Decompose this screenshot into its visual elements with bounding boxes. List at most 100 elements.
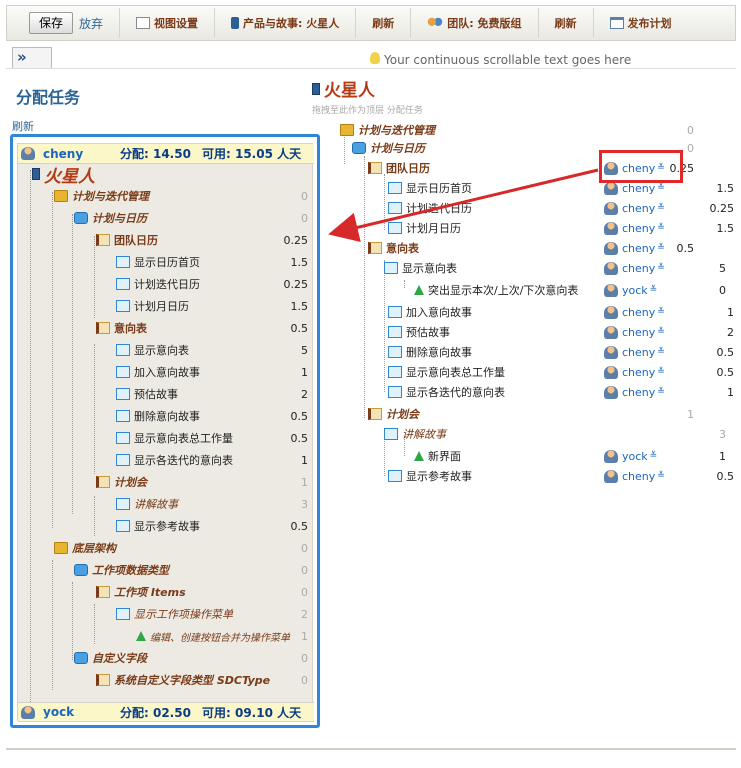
node-label: 加入意向故事 bbox=[134, 366, 200, 379]
tree-node[interactable]: 底层架构 0 bbox=[54, 538, 314, 558]
assignee[interactable]: cheny ≚ bbox=[604, 385, 665, 399]
story-title: 火星人 bbox=[324, 81, 375, 101]
tree-node[interactable]: 计划月日历 1.5 bbox=[116, 296, 314, 316]
node-label: 预估故事 bbox=[134, 388, 178, 401]
node-label: 显示日历首页 bbox=[406, 182, 472, 195]
tree-node[interactable]: 团队日历 cheny ≚ 0.25 bbox=[368, 158, 741, 178]
tree-node[interactable]: 系统自定义字段类型 SDCType 0 bbox=[96, 670, 314, 690]
task-icon bbox=[116, 278, 130, 290]
assignment-tree: cheny 分配: 14.50 可用: 15.05 人天 火星人 计划与迭代管理… bbox=[17, 143, 314, 722]
assignee-name: yock bbox=[622, 283, 648, 297]
refresh-team-button[interactable]: 刷新 bbox=[555, 15, 577, 31]
discard-link[interactable]: 放弃 bbox=[79, 15, 103, 32]
tree-node[interactable]: 计划月日历 cheny ≚ 1.5 bbox=[388, 218, 741, 238]
node-value: 2 bbox=[727, 325, 734, 339]
tree-node[interactable]: 讲解故事 3 bbox=[384, 424, 741, 444]
tree-node[interactable]: 删除意向故事 cheny ≚ 0.5 bbox=[388, 342, 741, 362]
refresh-story-label: 刷新 bbox=[372, 17, 395, 30]
assignee[interactable]: cheny ≚ bbox=[604, 469, 665, 483]
tree-node[interactable]: 显示意向表 5 bbox=[116, 340, 314, 360]
assignee-name: cheny bbox=[622, 365, 656, 379]
tree-node[interactable]: 显示日历首页 1.5 bbox=[116, 252, 314, 272]
tree-node[interactable]: 显示各迭代的意向表 1 bbox=[116, 450, 314, 470]
assignee-name: cheny bbox=[622, 261, 656, 275]
node-value: 0 bbox=[301, 189, 308, 203]
node-value: 0 bbox=[301, 563, 308, 577]
tree-node[interactable]: 显示意向表总工作量 cheny ≚ 0.5 bbox=[388, 362, 741, 382]
release-plan-label: 发布计划 bbox=[627, 17, 672, 30]
tree-node[interactable]: 计划与迭代管理 0 bbox=[54, 186, 314, 206]
assignee[interactable]: cheny ≚ bbox=[604, 365, 665, 379]
node-value: 1 bbox=[301, 453, 308, 467]
node-value: 0 bbox=[301, 585, 308, 599]
node-label: 显示意向表总工作量 bbox=[134, 432, 233, 445]
tree-node[interactable]: 工作项数据类型 0 bbox=[74, 560, 314, 580]
collapse-panel-button[interactable]: » bbox=[12, 47, 52, 69]
tree-node[interactable]: 突出显示本次/上次/下次意向表 yock ≚ 0 bbox=[414, 280, 741, 300]
tree-node[interactable]: 显示意向表总工作量 0.5 bbox=[116, 428, 314, 448]
node-label: 团队日历 bbox=[114, 234, 158, 247]
save-button[interactable]: 保存 bbox=[29, 12, 74, 34]
refresh-story-button[interactable]: 刷新 bbox=[372, 15, 394, 31]
task-icon bbox=[388, 366, 402, 378]
product-story-button[interactable]: 产品与故事: 火星人 bbox=[231, 15, 339, 31]
tree-node[interactable]: 预估故事 2 bbox=[116, 384, 314, 404]
tree-node[interactable]: 计划迭代日历 0.25 bbox=[116, 274, 314, 294]
tree-node[interactable]: 意向表 0.5 bbox=[96, 318, 314, 338]
assignee[interactable]: yock ≚ bbox=[604, 449, 657, 463]
assignee[interactable]: yock ≚ bbox=[604, 283, 658, 297]
tree-node[interactable]: 显示工作项操作菜单 2 bbox=[116, 604, 314, 624]
tree-node[interactable]: 计划与日历 0 bbox=[74, 208, 314, 228]
tree-node[interactable]: 加入意向故事 cheny ≚ 1 bbox=[388, 302, 741, 322]
assignee-name: cheny bbox=[622, 181, 656, 195]
tree-node[interactable]: 新界面 yock ≚ 1 bbox=[414, 446, 741, 466]
tree-node[interactable]: 讲解故事 3 bbox=[116, 494, 314, 514]
node-label: 预估故事 bbox=[406, 326, 450, 339]
node-label: 意向表 bbox=[114, 322, 147, 335]
tree-node[interactable]: 显示参考故事 0.5 bbox=[116, 516, 314, 536]
tree-node[interactable]: 计划迭代日历 cheny ≚ 0.25 bbox=[388, 198, 741, 218]
assignee-name: cheny bbox=[622, 469, 656, 483]
tree-node[interactable]: 计划会 1 bbox=[96, 472, 314, 492]
node-value: 1 bbox=[301, 629, 308, 643]
chevron-down-icon: ≚ bbox=[657, 223, 665, 233]
node-value: 2 bbox=[301, 387, 308, 401]
tree-node[interactable]: 计划与迭代管理 0 bbox=[340, 120, 740, 140]
tree-node[interactable]: 显示日历首页 cheny ≚ 1.5 bbox=[388, 178, 741, 198]
assignee[interactable]: cheny ≚ bbox=[604, 261, 665, 275]
assignee[interactable]: cheny ≚ bbox=[604, 305, 665, 319]
task-icon bbox=[116, 520, 130, 532]
node-value: 1 bbox=[687, 407, 694, 421]
chevron-down-icon: ≚ bbox=[657, 387, 665, 397]
tree-node[interactable]: 显示意向表 cheny ≚ 5 bbox=[384, 258, 741, 278]
tree-node[interactable]: 计划会 1 bbox=[368, 404, 741, 424]
tree-node[interactable]: 加入意向故事 1 bbox=[116, 362, 314, 382]
tree-node[interactable]: 自定义字段 0 bbox=[74, 648, 314, 668]
product-story-label: 产品与故事: 火星人 bbox=[243, 17, 340, 30]
tree-node[interactable]: 工作项 Items 0 bbox=[96, 582, 314, 602]
team-button[interactable]: 团队: 免费版组 bbox=[427, 15, 522, 31]
tree-node[interactable]: 团队日历 0.25 bbox=[96, 230, 314, 250]
node-label: 计划与日历 bbox=[92, 212, 147, 225]
assignee[interactable]: cheny ≚ bbox=[604, 201, 665, 215]
release-plan-button[interactable]: 发布计划 bbox=[609, 15, 672, 31]
tree-node[interactable]: 删除意向故事 0.5 bbox=[116, 406, 314, 426]
refresh-left-link[interactable]: 刷新 bbox=[12, 118, 34, 134]
tree-node[interactable]: 意向表 cheny ≚ 0.5 bbox=[368, 238, 741, 258]
view-settings-button[interactable]: 视图设置 bbox=[136, 15, 198, 31]
node-label: 加入意向故事 bbox=[406, 306, 472, 319]
tree-node[interactable]: 显示参考故事 cheny ≚ 0.5 bbox=[388, 466, 741, 486]
tree-node[interactable]: 显示各迭代的意向表 cheny ≚ 1 bbox=[388, 382, 741, 402]
chevron-down-icon: ≚ bbox=[649, 285, 658, 295]
assignee[interactable]: cheny ≚ bbox=[604, 325, 665, 339]
node-value: 0.25 bbox=[709, 201, 735, 215]
tree-node[interactable]: 编辑、创建按钮合并为操作菜单 1 bbox=[136, 626, 314, 646]
node-label: 系统自定义字段类型 SDCType bbox=[114, 674, 271, 687]
assignee[interactable]: cheny ≚ bbox=[604, 181, 665, 195]
user-header-yock[interactable]: yock 分配: 02.50 可用: 09.10 人天 bbox=[18, 702, 314, 722]
tree-node[interactable]: 火星人 bbox=[32, 164, 328, 187]
tree-node[interactable]: 预估故事 cheny ≚ 2 bbox=[388, 322, 741, 342]
assignee[interactable]: cheny ≚ bbox=[604, 221, 665, 235]
user-icon bbox=[21, 147, 35, 160]
assignee[interactable]: cheny ≚ bbox=[604, 345, 665, 359]
